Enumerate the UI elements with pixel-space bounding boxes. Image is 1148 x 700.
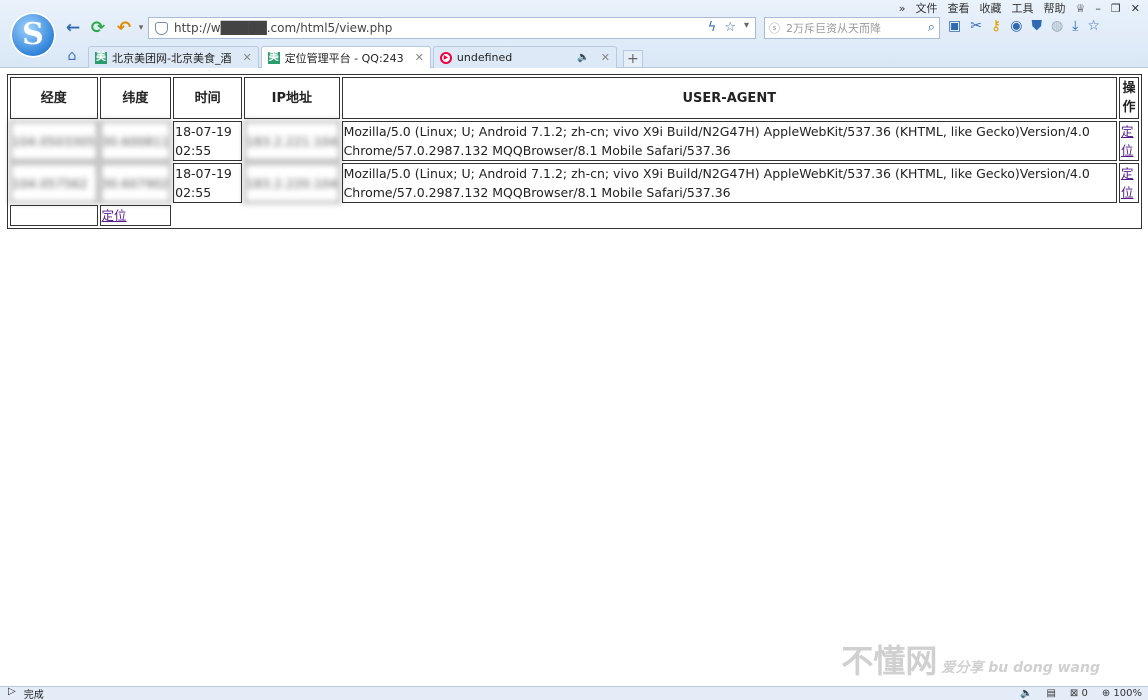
- home-icon[interactable]: ⌂: [62, 48, 82, 68]
- locate-link[interactable]: 定位: [1121, 124, 1134, 158]
- restore-icon[interactable]: ❐: [1111, 2, 1121, 15]
- tab-close-icon[interactable]: ✕: [601, 51, 610, 64]
- shield-icon[interactable]: ⛊: [1031, 18, 1042, 34]
- skin-icon[interactable]: ♕: [1076, 2, 1086, 15]
- cell-user-agent: Mozilla/5.0 (Linux; U; Android 7.1.2; zh…: [341, 121, 1117, 161]
- status-text: 完成: [23, 690, 44, 700]
- search-box[interactable]: ⓢ 2万斥巨资从天而降 ⌕: [764, 17, 940, 39]
- tab-close-icon[interactable]: ✕: [415, 51, 424, 64]
- tab-favicon-play-icon: ▶: [439, 51, 452, 64]
- page-content: 经度 纬度 时间 IP地址 USER-AGENT 操作 104.0503305 …: [0, 68, 1148, 686]
- briefcase-icon[interactable]: ▤: [1046, 688, 1055, 699]
- menu-help[interactable]: 帮助: [1044, 0, 1066, 16]
- tab-label: 定位管理平台 - QQ:243: [284, 51, 404, 65]
- toolbar-icons: ▣ ✂ ⚷ ◉ ⛊ ◍ ⤓ ☆: [948, 18, 1100, 34]
- favorite-star-icon[interactable]: ☆: [1087, 18, 1100, 34]
- table-row: 104.057562 30.607902 18-07-19 02:55 183.…: [10, 163, 1139, 203]
- cell-ip: 183.2.221.104: [244, 121, 340, 161]
- tab-label: 北京美团网-北京美食_酒: [112, 51, 232, 65]
- cell-time: 18-07-19 02:55: [173, 121, 243, 161]
- table-header-row: 经度 纬度 时间 IP地址 USER-AGENT 操作: [10, 77, 1139, 119]
- tab-undefined[interactable]: ▶ undefined 🔈 ✕: [432, 46, 617, 68]
- menu-file[interactable]: 文件: [916, 0, 938, 16]
- screenshot-icon[interactable]: ◉: [1010, 18, 1022, 34]
- close-icon[interactable]: ✕: [1131, 2, 1140, 15]
- cell-action: 定位: [1119, 121, 1139, 161]
- address-url[interactable]: http://w█████.com/html5/view.php: [174, 21, 392, 35]
- locate-all-link[interactable]: 定位: [102, 208, 127, 223]
- locate-link[interactable]: 定位: [1121, 166, 1134, 200]
- block-counter[interactable]: ⊠ 0: [1070, 688, 1088, 699]
- zoom-level: 100%: [1113, 688, 1142, 699]
- star-icon[interactable]: ☆: [724, 20, 736, 35]
- key-icon[interactable]: ⚷: [991, 18, 1001, 34]
- security-shield-icon: [155, 21, 168, 35]
- download-icon[interactable]: ⤓: [1072, 18, 1078, 34]
- watermark-subtext: 爱分享 bu dong wang: [941, 660, 1100, 676]
- watermark-text: 不懂网: [841, 642, 938, 680]
- audio-icon[interactable]: 🔈: [577, 52, 589, 63]
- menu-more[interactable]: »: [899, 2, 906, 15]
- cell-user-agent: Mozilla/5.0 (Linux; U; Android 7.1.2; zh…: [341, 163, 1117, 203]
- cell-latitude: 30.600811: [99, 121, 172, 161]
- search-icon[interactable]: ⌕: [928, 20, 935, 35]
- header-time: 时间: [173, 77, 243, 119]
- zoom-control[interactable]: ⊕ 100%: [1102, 688, 1142, 699]
- block-count: 0: [1081, 688, 1088, 699]
- header-ip: IP地址: [244, 77, 340, 119]
- header-user-agent: USER-AGENT: [341, 77, 1117, 119]
- refresh-icon[interactable]: ⟳: [87, 17, 109, 39]
- search-engine-icon[interactable]: ⓢ: [769, 20, 780, 36]
- new-tab-button[interactable]: +: [622, 50, 643, 68]
- cell-latitude: 30.607902: [99, 163, 172, 203]
- lightning-icon[interactable]: ϟ: [708, 20, 717, 35]
- cell-empty: [10, 205, 98, 226]
- menu-favorites[interactable]: 收藏: [980, 0, 1002, 16]
- watermark: 不懂网 爱分享 bu dong wang: [841, 636, 1100, 682]
- tab-strip: ⌂ 美 北京美团网-北京美食_酒 ✕ 美 定位管理平台 - QQ:243 ✕ ▶…: [62, 44, 643, 68]
- status-bar: ▷ 完成 🔈 ▤ ⊠ 0 ⊕ 100%: [0, 686, 1148, 700]
- tab-label: undefined: [456, 51, 513, 64]
- cell-footer-action: 定位: [99, 205, 172, 226]
- status-toggle-icon[interactable]: ▷: [8, 686, 16, 700]
- browser-chrome: S » 文件 查看 收藏 工具 帮助 ♕ – ❐ ✕ ← ⟳ ↶ ▾ http:…: [0, 0, 1148, 68]
- back-arrow-icon[interactable]: ←: [62, 17, 84, 39]
- address-dropdown-icon[interactable]: ▾: [744, 20, 749, 35]
- cell-time: 18-07-19 02:55: [173, 163, 243, 203]
- location-table: 经度 纬度 时间 IP地址 USER-AGENT 操作 104.0503305 …: [7, 74, 1142, 229]
- volume-icon[interactable]: 🔈: [1020, 688, 1032, 699]
- header-latitude: 纬度: [99, 77, 172, 119]
- menu-tools[interactable]: 工具: [1012, 0, 1034, 16]
- tab-favicon: 美: [267, 51, 280, 64]
- tab-meituan[interactable]: 美 北京美团网-北京美食_酒 ✕: [88, 46, 259, 68]
- globe-icon[interactable]: ◍: [1051, 18, 1063, 34]
- table-footer-row: 定位: [10, 205, 1139, 226]
- cell-longitude: 104.057562: [10, 163, 98, 203]
- header-action: 操作: [1119, 77, 1139, 119]
- tab-close-icon[interactable]: ✕: [242, 51, 251, 64]
- header-longitude: 经度: [10, 77, 98, 119]
- cell-ip: 183.2.220.104: [244, 163, 340, 203]
- table-row: 104.0503305 30.600811 18-07-19 02:55 183…: [10, 121, 1139, 161]
- tab-location-admin[interactable]: 美 定位管理平台 - QQ:243 ✕: [260, 46, 431, 68]
- cell-action: 定位: [1119, 163, 1139, 203]
- browser-logo[interactable]: S: [10, 12, 56, 58]
- sidebar-icon[interactable]: ▣: [948, 18, 961, 34]
- address-bar[interactable]: http://w█████.com/html5/view.php ϟ ☆ ▾: [148, 17, 756, 39]
- scissors-icon[interactable]: ✂: [970, 18, 982, 34]
- menu-view[interactable]: 查看: [948, 0, 970, 16]
- minimize-icon[interactable]: –: [1095, 2, 1101, 15]
- menu-bar: » 文件 查看 收藏 工具 帮助 ♕ – ❐ ✕: [899, 0, 1140, 16]
- search-placeholder: 2万斥巨资从天而降: [786, 22, 881, 35]
- tab-favicon: 美: [95, 51, 107, 64]
- cell-longitude: 104.0503305: [10, 121, 98, 161]
